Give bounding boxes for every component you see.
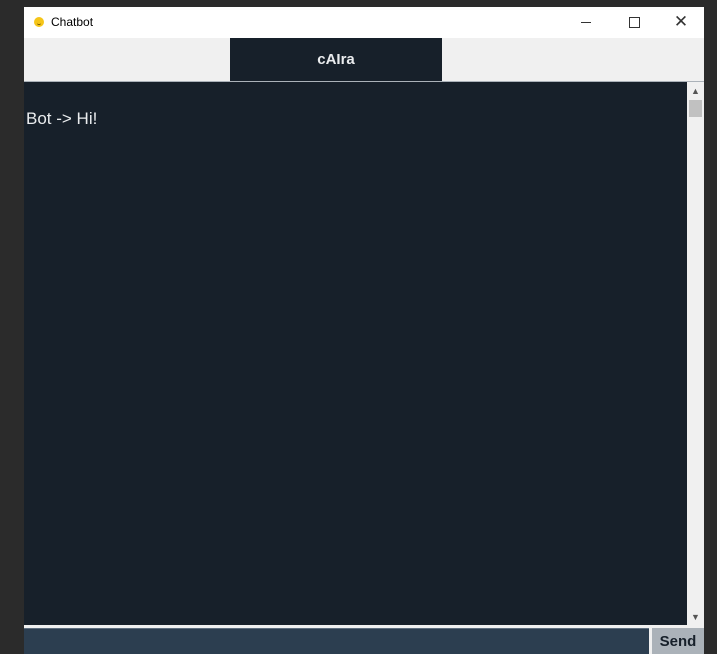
close-icon: ✕ [673,12,689,32]
close-button[interactable]: ✕ [658,7,704,38]
chat-scrollbar[interactable]: ▲ ▼ [687,82,704,625]
title-bar[interactable]: Chatbot ✕ [24,7,704,38]
scroll-up-button[interactable]: ▲ [687,82,704,99]
minimize-icon [581,22,591,23]
chat-message: Bot -> Hi! [26,109,98,128]
chat-text-area[interactable]: Bot -> Hi! [24,82,687,625]
scroll-thumb[interactable] [689,100,702,117]
smiley-icon [34,17,44,27]
message-input[interactable] [24,628,649,654]
send-button[interactable]: Send [652,628,704,654]
chatbot-window: Chatbot ✕ cAIra Bot -> Hi! ▲ ▼ Send [24,7,704,654]
input-bar: Send [24,625,704,654]
chevron-up-icon: ▲ [691,85,700,96]
window-title: Chatbot [51,15,94,29]
minimize-button[interactable] [563,7,609,38]
chevron-down-icon: ▼ [691,611,700,622]
maximize-icon [628,17,640,28]
header-bar: cAIra [24,38,704,82]
maximize-button[interactable] [611,7,657,38]
scroll-down-button[interactable]: ▼ [687,608,704,625]
bot-name-label: cAIra [230,38,442,81]
